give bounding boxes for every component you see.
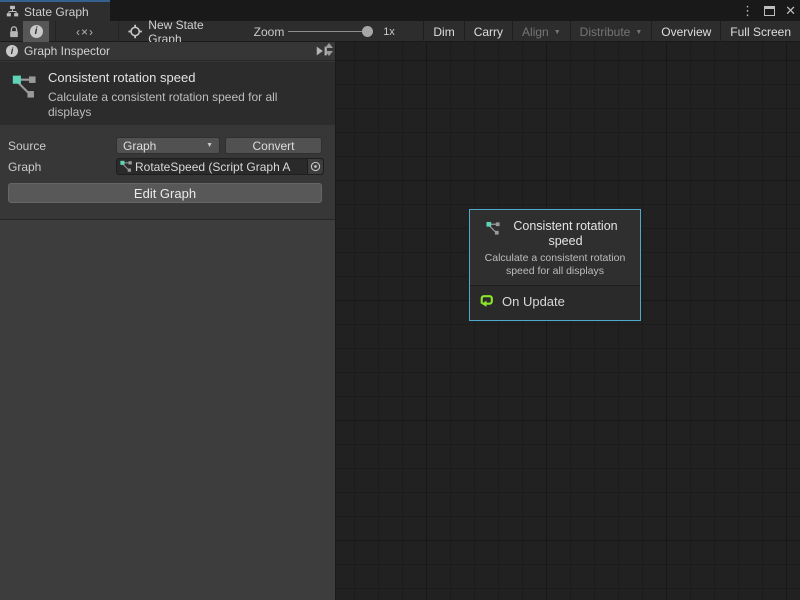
chevron-down-icon: ▼ xyxy=(206,142,213,149)
object-picker-icon xyxy=(310,161,321,172)
edit-graph-button[interactable]: Edit Graph xyxy=(8,183,322,203)
tab-label: State Graph xyxy=(24,5,89,19)
canvas-toolbar-buttons: Dim Carry Align ▼ Distribute ▼ Overview … xyxy=(423,21,800,42)
toolbar-separator xyxy=(118,21,119,42)
source-dropdown-value: Graph xyxy=(123,139,156,153)
graph-crosshair-icon xyxy=(128,24,142,39)
state-node[interactable]: Consistent rotation speed Calculate a co… xyxy=(469,209,641,321)
object-field-value: RotateSpeed (Script Graph A xyxy=(135,160,305,174)
graph-inspector-panel: i Graph Inspector Consistent rotation sp… xyxy=(0,42,336,600)
maximize-icon[interactable] xyxy=(764,6,775,16)
state-graph-icon xyxy=(12,74,38,100)
node-title: Consistent rotation speed xyxy=(507,219,625,249)
tab-bar: State Graph ⋮ ✕ xyxy=(0,0,800,21)
tab-state-graph[interactable]: State Graph xyxy=(0,0,110,21)
graph-inspector-title: Graph Inspector xyxy=(24,44,309,58)
align-button[interactable]: Align ▼ xyxy=(512,21,570,42)
graph-object-field[interactable]: RotateSpeed (Script Graph A xyxy=(116,158,324,175)
align-label: Align xyxy=(522,25,549,39)
zoom-slider-track[interactable] xyxy=(288,31,368,32)
chevron-down-icon: ▼ xyxy=(554,29,561,36)
window-controls: ⋮ ✕ xyxy=(741,0,796,21)
state-node-header: Consistent rotation speed Calculate a co… xyxy=(470,210,640,286)
on-update-row[interactable]: On Update xyxy=(470,286,640,320)
card-title: Consistent rotation speed xyxy=(48,70,195,85)
node-description: Calculate a consistent rotation speed fo… xyxy=(477,252,633,278)
arrow-up-icon xyxy=(325,43,333,48)
pane-resize-scrubber[interactable] xyxy=(325,43,333,56)
full-screen-button[interactable]: Full Screen xyxy=(720,21,800,42)
info-icon: i xyxy=(30,25,43,38)
zoom-label: Zoom xyxy=(252,21,286,42)
dim-button[interactable]: Dim xyxy=(423,21,463,42)
update-event-icon xyxy=(478,293,495,310)
arrow-down-icon xyxy=(325,51,333,56)
script-graph-icon xyxy=(120,160,133,173)
carry-button[interactable]: Carry xyxy=(464,21,512,42)
state-graph-icon xyxy=(486,221,501,236)
zoom-value: 1x xyxy=(379,21,399,42)
info-toggle-button[interactable]: i xyxy=(23,21,49,42)
graph-canvas[interactable]: Consistent rotation speed Calculate a co… xyxy=(336,42,800,600)
overview-button[interactable]: Overview xyxy=(651,21,720,42)
close-icon[interactable]: ✕ xyxy=(785,4,796,17)
graph-label: Graph xyxy=(8,160,41,174)
card-description: Calculate a consistent rotation speed fo… xyxy=(48,90,298,120)
kebab-menu-icon[interactable]: ⋮ xyxy=(741,4,754,17)
zoom-slider-handle[interactable] xyxy=(362,26,373,37)
on-update-label: On Update xyxy=(502,294,565,309)
source-dropdown[interactable]: Graph ▼ xyxy=(116,137,220,154)
distribute-button[interactable]: Distribute ▼ xyxy=(570,21,652,42)
graph-inspector-header: i Graph Inspector xyxy=(0,42,335,61)
code-view-button[interactable]: ‹×› xyxy=(62,21,108,42)
chevron-down-icon: ▼ xyxy=(635,29,642,36)
graph-toolbar: i ‹×› New State Graph Zoom 1x Dim Carry … xyxy=(0,21,800,42)
source-label: Source xyxy=(8,139,46,153)
distribute-label: Distribute xyxy=(580,25,631,39)
hierarchy-icon xyxy=(6,5,19,18)
new-state-graph-button[interactable]: New State Graph xyxy=(128,21,236,42)
convert-button[interactable]: Convert xyxy=(225,137,322,154)
toolbar-separator xyxy=(55,21,56,42)
lock-icon xyxy=(8,25,20,39)
lock-button[interactable] xyxy=(6,21,22,42)
info-icon: i xyxy=(6,45,18,57)
object-picker-button[interactable] xyxy=(307,159,323,174)
inspector-empty-area xyxy=(0,219,335,600)
graph-info-card: Consistent rotation speed Calculate a co… xyxy=(0,62,335,125)
